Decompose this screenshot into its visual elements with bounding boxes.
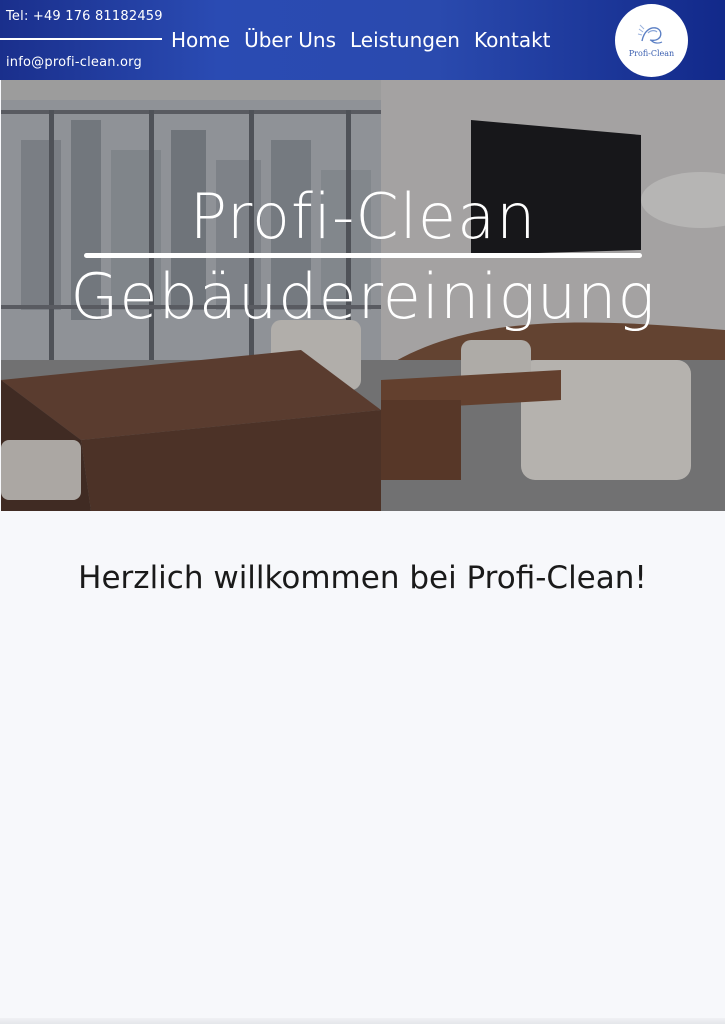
nav-item-ueber-uns[interactable]: Über Uns (244, 28, 336, 52)
nav-item-leistungen[interactable]: Leistungen (350, 28, 460, 52)
hero-title-brand: Profi-Clean (189, 180, 537, 253)
nav-item-kontakt[interactable]: Kontakt (474, 28, 551, 52)
hero-banner: Profi-Clean Gebäudereinigung (1, 80, 725, 511)
nav-item-home[interactable]: Home (171, 28, 230, 52)
contact-divider (0, 38, 162, 40)
hero-title-service: Gebäudereinigung (70, 260, 656, 333)
site-header: Tel: +49 176 81182459 info@profi-clean.o… (0, 0, 725, 80)
main-nav: Home Über Uns Leistungen Kontakt (171, 28, 551, 52)
logo-text: Profi-Clean (628, 49, 675, 58)
site-logo[interactable]: Profi-Clean (615, 4, 688, 77)
page-bottom-edge (0, 1018, 725, 1024)
contact-phone[interactable]: Tel: +49 176 81182459 (6, 9, 163, 24)
hero-divider (84, 253, 642, 258)
contact-email[interactable]: info@profi-clean.org (6, 55, 142, 70)
cleaning-hand-icon (637, 24, 662, 44)
welcome-heading: Herzlich willkommen bei Profi-Clean! (78, 560, 647, 596)
